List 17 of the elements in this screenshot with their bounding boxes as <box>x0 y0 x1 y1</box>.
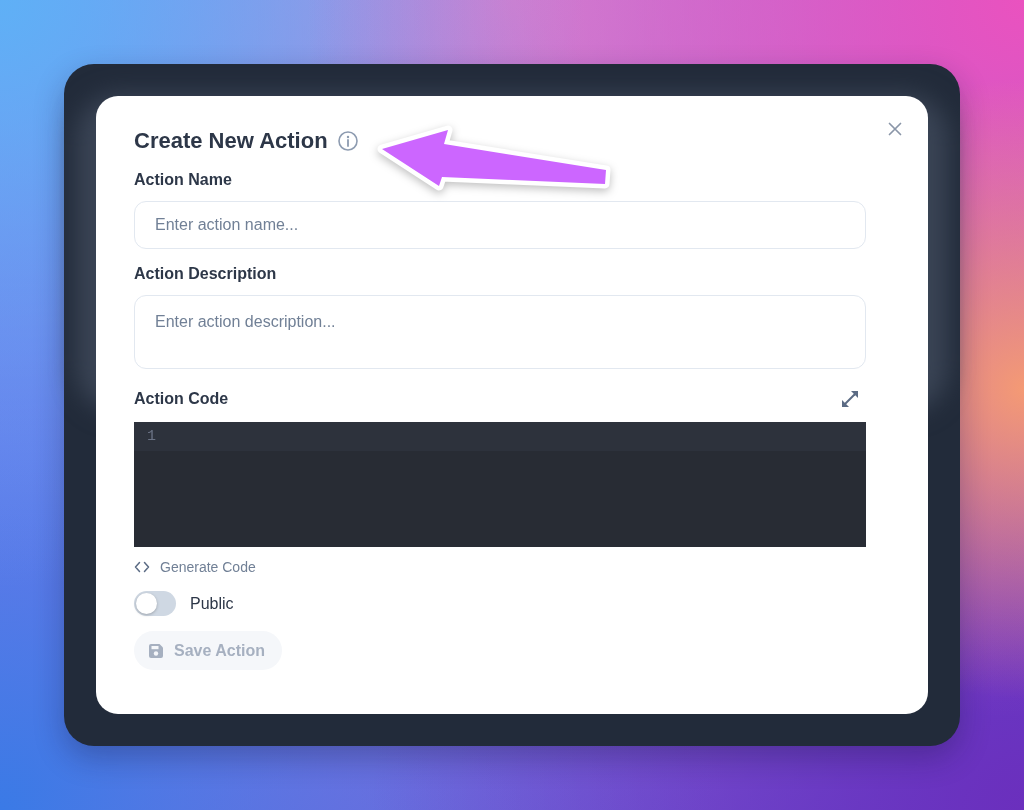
dialog-title: Create New Action <box>134 127 328 155</box>
textarea-input[interactable]: Enter action description... <box>134 295 866 369</box>
expand-icon <box>842 391 858 407</box>
text-input[interactable]: Enter action name... <box>134 201 866 249</box>
close-button[interactable] <box>888 122 902 136</box>
code-editor[interactable]: 1 <box>134 422 866 547</box>
generate-code-button[interactable]: Generate Code <box>134 558 256 576</box>
code-icon <box>134 561 150 573</box>
info-icon <box>337 131 358 151</box>
toggle-label: Public <box>190 593 234 614</box>
expand-button[interactable] <box>842 391 858 407</box>
toggle-switch[interactable] <box>134 591 176 616</box>
line-number: 1 <box>147 427 156 446</box>
field-label: Action Code <box>134 389 229 409</box>
close-icon <box>888 122 902 136</box>
field-label: Action Name <box>134 170 232 190</box>
field-label: Action Description <box>134 264 277 284</box>
